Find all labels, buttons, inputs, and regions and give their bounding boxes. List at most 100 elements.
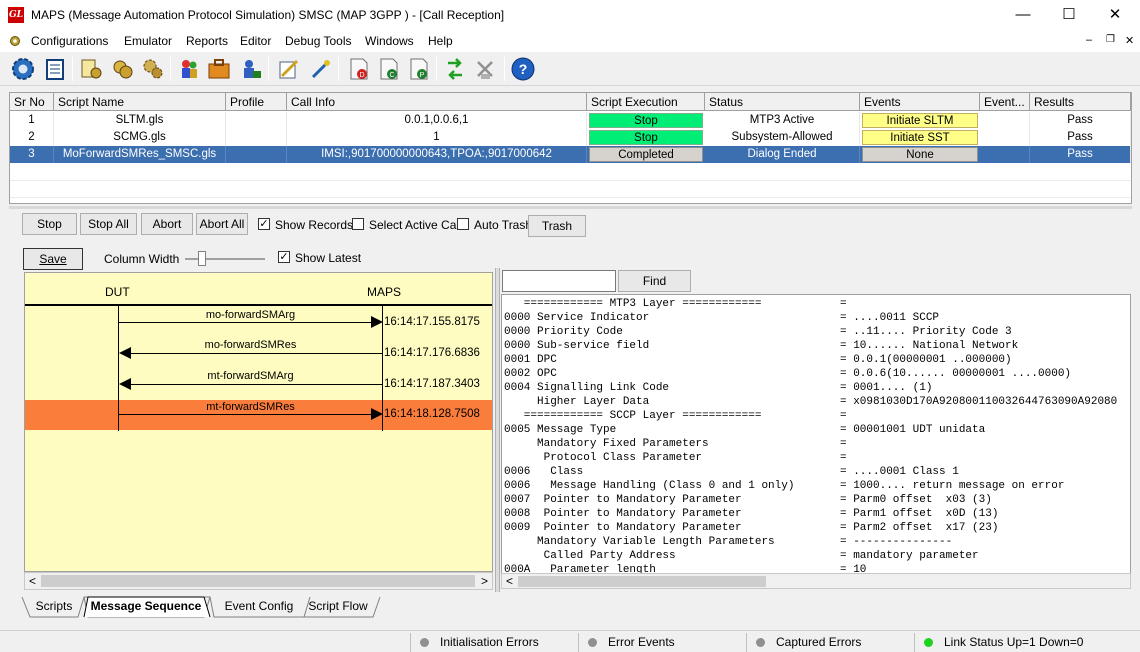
coins-icon[interactable] bbox=[110, 56, 136, 82]
status-led-icon bbox=[924, 638, 933, 647]
script-edit-icon[interactable] bbox=[78, 56, 104, 82]
sequence-horizontal-scrollbar[interactable]: < > bbox=[24, 572, 493, 590]
col-header-events[interactable]: Events bbox=[860, 93, 980, 111]
menu-editor[interactable]: Editor bbox=[240, 34, 271, 48]
auto-trash-checkbox[interactable] bbox=[457, 218, 469, 230]
abort-all-button[interactable]: Abort All bbox=[196, 213, 248, 235]
vertical-splitter[interactable] bbox=[495, 268, 500, 592]
scroll-left-arrow-icon[interactable]: < bbox=[506, 574, 513, 588]
decode-field: 0001 DPC bbox=[504, 354, 557, 366]
col-header-script-name[interactable]: Script Name bbox=[54, 93, 226, 111]
transfer-icon[interactable] bbox=[442, 56, 468, 82]
tab-event-config[interactable]: Event Config bbox=[214, 596, 304, 618]
col-header-sr-no[interactable]: Sr No bbox=[10, 93, 54, 111]
maximize-button[interactable]: ☐ bbox=[1046, 0, 1092, 30]
col-header-event-2[interactable]: Event... bbox=[980, 93, 1030, 111]
message-label[interactable]: mt-forwardSMArg bbox=[119, 370, 382, 382]
stop-button[interactable]: Stop bbox=[22, 213, 77, 235]
notepad-icon[interactable] bbox=[42, 56, 68, 82]
menu-windows[interactable]: Windows bbox=[365, 34, 414, 48]
tab-script-flow[interactable]: Script Flow bbox=[306, 596, 370, 618]
user-lock-icon[interactable] bbox=[238, 56, 264, 82]
close-button[interactable]: ✕ bbox=[1092, 0, 1138, 30]
show-records-checkbox[interactable]: ✓ bbox=[258, 218, 270, 230]
menu-reports[interactable]: Reports bbox=[186, 34, 228, 48]
gear-settings-icon[interactable] bbox=[10, 56, 36, 82]
tab-message-sequence[interactable]: Message Sequence bbox=[86, 596, 206, 618]
col-header-status[interactable]: Status bbox=[705, 93, 860, 111]
disconnect-icon[interactable] bbox=[472, 56, 498, 82]
message-label[interactable]: mt-forwardSMRes bbox=[119, 401, 382, 413]
doc-c-icon[interactable]: C bbox=[376, 56, 402, 82]
child-restore-button[interactable]: ❐ bbox=[1106, 34, 1115, 45]
status-led-icon bbox=[420, 638, 429, 647]
status-label: Error Events bbox=[608, 635, 675, 649]
scroll-right-arrow-icon[interactable]: > bbox=[481, 574, 488, 588]
table-row[interactable]: 1 SLTM.gls 0.0.1,0.0.6,1 Stop MTP3 Activ… bbox=[10, 112, 1131, 129]
status-label: Captured Errors bbox=[776, 635, 862, 649]
wizard-icon[interactable] bbox=[308, 56, 334, 82]
doc-d-icon[interactable]: D bbox=[346, 56, 372, 82]
stop-script-button[interactable]: Stop bbox=[589, 113, 703, 128]
mdi-child-icon[interactable] bbox=[9, 34, 22, 47]
message-label[interactable]: mo-forwardSMRes bbox=[119, 339, 382, 351]
col-header-profile[interactable]: Profile bbox=[226, 93, 287, 111]
scrollbar-thumb[interactable] bbox=[518, 576, 766, 587]
show-latest-label: Show Latest bbox=[295, 251, 362, 265]
pen-check-icon[interactable] bbox=[276, 56, 302, 82]
col-header-call-info[interactable]: Call Info bbox=[287, 93, 587, 111]
decode-value: = Parm2 offset x17 (23) bbox=[840, 522, 999, 534]
tab-scripts[interactable]: Scripts bbox=[30, 596, 78, 618]
gears-icon[interactable] bbox=[140, 56, 166, 82]
find-input[interactable] bbox=[502, 270, 616, 292]
column-width-slider-thumb[interactable] bbox=[198, 251, 206, 266]
child-close-button[interactable]: ✕ bbox=[1125, 34, 1134, 47]
show-records-label: Show Records bbox=[275, 218, 354, 232]
users-icon[interactable] bbox=[176, 56, 202, 82]
show-latest-checkbox[interactable]: ✓ bbox=[278, 251, 290, 263]
minimize-button[interactable]: — bbox=[1000, 0, 1046, 30]
cell-result: Pass bbox=[1030, 112, 1131, 129]
help-icon[interactable]: ? bbox=[510, 56, 536, 82]
script-grid[interactable]: Sr No Script Name Profile Call Info Scri… bbox=[9, 92, 1132, 204]
menu-configurations[interactable]: Configurations bbox=[31, 34, 108, 48]
find-button[interactable]: Find bbox=[618, 270, 691, 292]
stop-script-button[interactable]: Stop bbox=[589, 130, 703, 145]
scrollbar-thumb[interactable] bbox=[41, 575, 475, 587]
decode-field: 0000 Priority Code bbox=[504, 326, 623, 338]
abort-button[interactable]: Abort bbox=[141, 213, 193, 235]
captured-errors-indicator[interactable]: Captured Errors bbox=[746, 633, 911, 652]
grid-line bbox=[10, 180, 1131, 181]
cell-sr-no: 1 bbox=[10, 112, 54, 129]
initialisation-errors-indicator[interactable]: Initialisation Errors bbox=[410, 633, 575, 652]
decode-panel[interactable]: ============ MTP3 Layer ============ = 00… bbox=[501, 294, 1131, 574]
select-active-call-checkbox[interactable] bbox=[352, 218, 364, 230]
entity-dut: DUT bbox=[105, 285, 130, 299]
menu-emulator[interactable]: Emulator bbox=[124, 34, 172, 48]
doc-p-icon[interactable]: P bbox=[406, 56, 432, 82]
menu-help[interactable]: Help bbox=[428, 34, 453, 48]
message-sequence-panel[interactable]: DUT MAPS mo-forwardSMArg 16:14:17.155.81… bbox=[24, 272, 493, 572]
stop-all-button[interactable]: Stop All bbox=[80, 213, 137, 235]
initiate-sltm-button[interactable]: Initiate SLTM bbox=[862, 113, 978, 128]
error-events-indicator[interactable]: Error Events bbox=[578, 633, 743, 652]
table-row[interactable]: 2 SCMG.gls 1 Stop Subsystem-Allowed Init… bbox=[10, 129, 1131, 146]
menu-debug-tools[interactable]: Debug Tools bbox=[285, 34, 352, 48]
toolbar-separator bbox=[436, 57, 437, 81]
decode-horizontal-scrollbar[interactable]: < bbox=[501, 573, 1131, 589]
save-button[interactable]: Save bbox=[23, 248, 83, 270]
horizontal-splitter[interactable] bbox=[9, 206, 1132, 209]
briefcase-icon[interactable] bbox=[206, 56, 232, 82]
trash-button[interactable]: Trash bbox=[528, 215, 586, 237]
col-header-results[interactable]: Results bbox=[1030, 93, 1131, 111]
decode-value: = 1000.... return message on error bbox=[840, 480, 1065, 492]
cell-result: Pass bbox=[1030, 129, 1131, 146]
message-label[interactable]: mo-forwardSMArg bbox=[119, 309, 382, 321]
child-minimize-button[interactable]: – bbox=[1086, 34, 1092, 46]
decode-value: = mandatory parameter bbox=[840, 550, 979, 562]
col-header-script-execution[interactable]: Script Execution bbox=[587, 93, 705, 111]
scroll-left-arrow-icon[interactable]: < bbox=[29, 574, 36, 588]
link-status-indicator[interactable]: Link Status Up=1 Down=0 bbox=[914, 633, 1114, 652]
initiate-sst-button[interactable]: Initiate SST bbox=[862, 130, 978, 145]
table-row-selected[interactable]: 3 MoForwardSMRes_SMSC.gls IMSI:,90170000… bbox=[10, 146, 1131, 163]
